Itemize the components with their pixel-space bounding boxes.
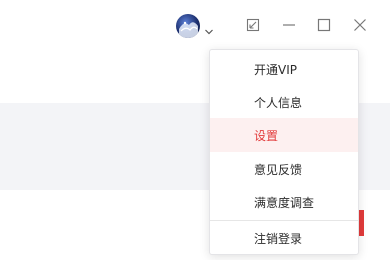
restore-window-icon [246,18,260,32]
restore-window-button[interactable] [243,15,263,35]
menu-item-satisfaction-survey[interactable]: 满意度调查 [210,185,358,219]
menu-item-settings[interactable]: 设置 [210,118,358,152]
menu-item-open-vip[interactable]: 开通VIP [210,52,358,86]
minimize-button[interactable] [279,15,299,35]
close-button[interactable] [350,15,370,35]
minimize-icon [283,24,295,26]
menu-item-logout[interactable]: 注销登录 [210,221,358,255]
maximize-button[interactable] [314,15,334,35]
chevron-down-icon[interactable] [204,21,214,35]
maximize-icon [317,18,331,32]
menu-item-feedback[interactable]: 意见反馈 [210,152,358,186]
menu-item-profile[interactable]: 个人信息 [210,85,358,119]
close-icon [354,19,366,31]
title-bar [0,0,390,50]
user-dropdown-menu: 开通VIP 个人信息 设置 意见反馈 满意度调查 注销登录 [209,49,359,255]
avatar-image-icon [179,21,198,38]
user-avatar[interactable] [176,14,200,38]
